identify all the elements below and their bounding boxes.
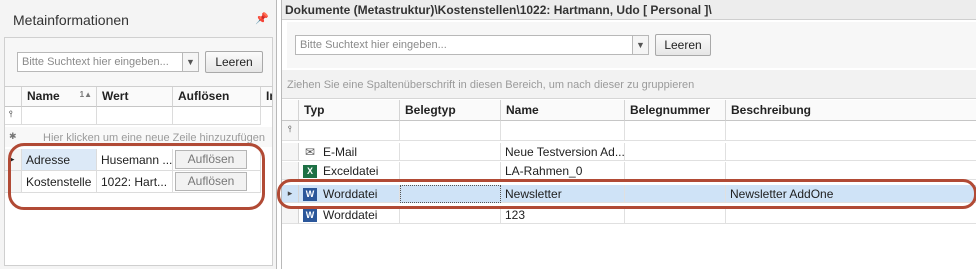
cell-type[interactable]: W Worddatei xyxy=(299,206,400,224)
cell-type[interactable]: ✉ E-Mail xyxy=(299,143,400,161)
cell-name[interactable]: Neue Testversion Ad... xyxy=(501,143,625,161)
meta-grid: Name 1▲ Wert Auflösen In ⫯ ✱ Hier klicke… xyxy=(4,86,273,266)
cell-belegtyp[interactable] xyxy=(400,143,501,161)
cell-belegnummer[interactable] xyxy=(625,206,726,224)
cell-belegnummer[interactable] xyxy=(625,185,726,203)
cell-beschreibung[interactable]: Newsletter AddOne xyxy=(726,185,976,203)
new-row-hint: Hier klicken um eine neue Zeile hinzuzuf… xyxy=(43,132,265,144)
cell-belegnummer[interactable] xyxy=(625,143,726,161)
filter-cell[interactable] xyxy=(22,107,97,125)
type-label: Worddatei xyxy=(323,208,378,222)
row-indicator xyxy=(282,206,299,224)
cell-name[interactable]: Adresse xyxy=(22,149,97,171)
cell-value[interactable]: 1022: Hart... xyxy=(97,171,173,193)
current-row-indicator: ▸ xyxy=(5,149,22,171)
cell-type[interactable]: W Worddatei xyxy=(299,185,400,203)
word-icon: W xyxy=(303,188,317,202)
group-hint: Ziehen Sie eine Spaltenüberschrift in di… xyxy=(287,79,695,91)
chevron-down-icon[interactable]: ▼ xyxy=(632,36,648,54)
filter-cell[interactable] xyxy=(625,121,726,141)
chevron-down-icon[interactable]: ▼ xyxy=(182,53,198,71)
pin-icon[interactable]: 📌 xyxy=(255,12,269,25)
type-label: Exceldatei xyxy=(323,164,379,178)
filter-cell[interactable] xyxy=(97,107,173,125)
sort-ascending-icon: 1▲ xyxy=(79,90,92,99)
column-label: Name xyxy=(27,89,60,103)
cell-name[interactable]: LA-Rahmen_0 xyxy=(501,162,625,180)
row-indicator-header xyxy=(5,87,22,107)
type-label: E-Mail xyxy=(323,145,358,159)
table-row[interactable]: Kostenstelle 1022: Hart... Auflösen xyxy=(5,171,272,193)
mail-icon: ✉ xyxy=(304,145,316,160)
search-placeholder: Bitte Suchtext hier eingeben... xyxy=(300,39,447,51)
cell-belegtyp[interactable] xyxy=(400,206,501,224)
table-row[interactable]: ✉ E-Mail Neue Testversion Ad... xyxy=(282,143,976,161)
row-indicator xyxy=(5,171,22,193)
cell-belegnummer[interactable] xyxy=(625,162,726,180)
current-row-indicator: ▸ xyxy=(282,185,299,203)
search-bar: Bitte Suchtext hier eingeben... ▼ Leeren xyxy=(287,22,976,68)
column-header-typ[interactable]: Typ xyxy=(299,100,400,121)
clear-button[interactable]: Leeren xyxy=(655,34,711,56)
cell-name[interactable]: Kostenstelle xyxy=(22,171,97,193)
cell-beschreibung[interactable] xyxy=(726,206,976,224)
new-row[interactable]: ✱ Hier klicken um eine neue Zeile hinzuz… xyxy=(5,127,272,147)
row-indicator xyxy=(282,143,299,161)
column-header-beschreibung[interactable]: Beschreibung xyxy=(726,100,976,121)
documents-panel: Dokumente (Metastruktur)\Kostenstellen\1… xyxy=(277,0,976,269)
resolve-button[interactable]: Auflösen xyxy=(175,172,247,191)
filter-row[interactable]: ⫯ xyxy=(5,107,272,125)
column-header-name[interactable]: Name 1▲ xyxy=(22,87,97,107)
search-input[interactable]: Bitte Suchtext hier eingeben... ▼ xyxy=(295,35,649,55)
column-header-wert[interactable]: Wert xyxy=(97,87,173,107)
row-indicator-header xyxy=(282,100,299,121)
search-input[interactable]: Bitte Suchtext hier eingeben... ▼ xyxy=(17,52,199,72)
cell-type[interactable]: X Exceldatei xyxy=(299,162,400,180)
panel-title: Metainformationen xyxy=(13,12,129,28)
word-icon: W xyxy=(303,209,317,223)
excel-icon: X xyxy=(303,165,317,179)
filter-cell[interactable] xyxy=(501,121,625,141)
column-header-name[interactable]: Name xyxy=(501,100,625,121)
filter-cell[interactable] xyxy=(400,121,501,141)
filter-cell[interactable] xyxy=(173,107,261,125)
metainformation-panel: Metainformationen 📌 Bitte Suchtext hier … xyxy=(0,0,277,269)
clear-button[interactable]: Leeren xyxy=(205,51,263,73)
column-header-aufloesen[interactable]: Auflösen xyxy=(173,87,261,107)
search-bar: Bitte Suchtext hier eingeben... ▼ Leeren xyxy=(4,37,273,87)
table-row[interactable]: W Worddatei 123 xyxy=(282,206,976,224)
column-header-in[interactable]: In xyxy=(261,87,272,107)
filter-cell[interactable] xyxy=(299,121,400,141)
resolve-button[interactable]: Auflösen xyxy=(175,150,247,169)
table-row[interactable]: ▸ W Worddatei Newsletter Newsletter AddOn… xyxy=(282,185,976,203)
cell-name[interactable]: 123 xyxy=(501,206,625,224)
column-header-belegtyp[interactable]: Belegtyp xyxy=(400,100,501,121)
documents-grid: Typ Belegtyp Name Belegnummer Beschreibu… xyxy=(282,100,976,269)
cell-action: Auflösen xyxy=(173,149,261,171)
cell-belegtyp[interactable] xyxy=(400,162,501,180)
filter-icon: ⫯ xyxy=(5,107,22,125)
table-row[interactable]: ▸ Adresse Husemann ... Auflösen xyxy=(5,149,272,171)
breadcrumb: Dokumente (Metastruktur)\Kostenstellen\1… xyxy=(282,0,976,20)
filter-cell[interactable] xyxy=(726,121,976,141)
cell-belegtyp[interactable] xyxy=(400,185,501,203)
filter-icon: ⫯ xyxy=(282,121,299,141)
row-indicator xyxy=(282,162,299,180)
cell-name[interactable]: Newsletter xyxy=(501,185,625,203)
new-row-icon: ✱ xyxy=(9,131,17,141)
table-row[interactable]: X Exceldatei LA-Rahmen_0 xyxy=(282,162,976,180)
cell-beschreibung[interactable] xyxy=(726,143,976,161)
search-placeholder: Bitte Suchtext hier eingeben... xyxy=(22,56,169,68)
cell-action: Auflösen xyxy=(173,171,261,193)
type-label: Worddatei xyxy=(323,187,378,201)
filter-row[interactable]: ⫯ xyxy=(282,121,976,141)
group-by-panel[interactable]: Ziehen Sie eine Spaltenüberschrift in di… xyxy=(282,70,976,99)
cell-value[interactable]: Husemann ... xyxy=(97,149,173,171)
cell-beschreibung[interactable] xyxy=(726,162,976,180)
column-header-belegnummer[interactable]: Belegnummer xyxy=(625,100,726,121)
